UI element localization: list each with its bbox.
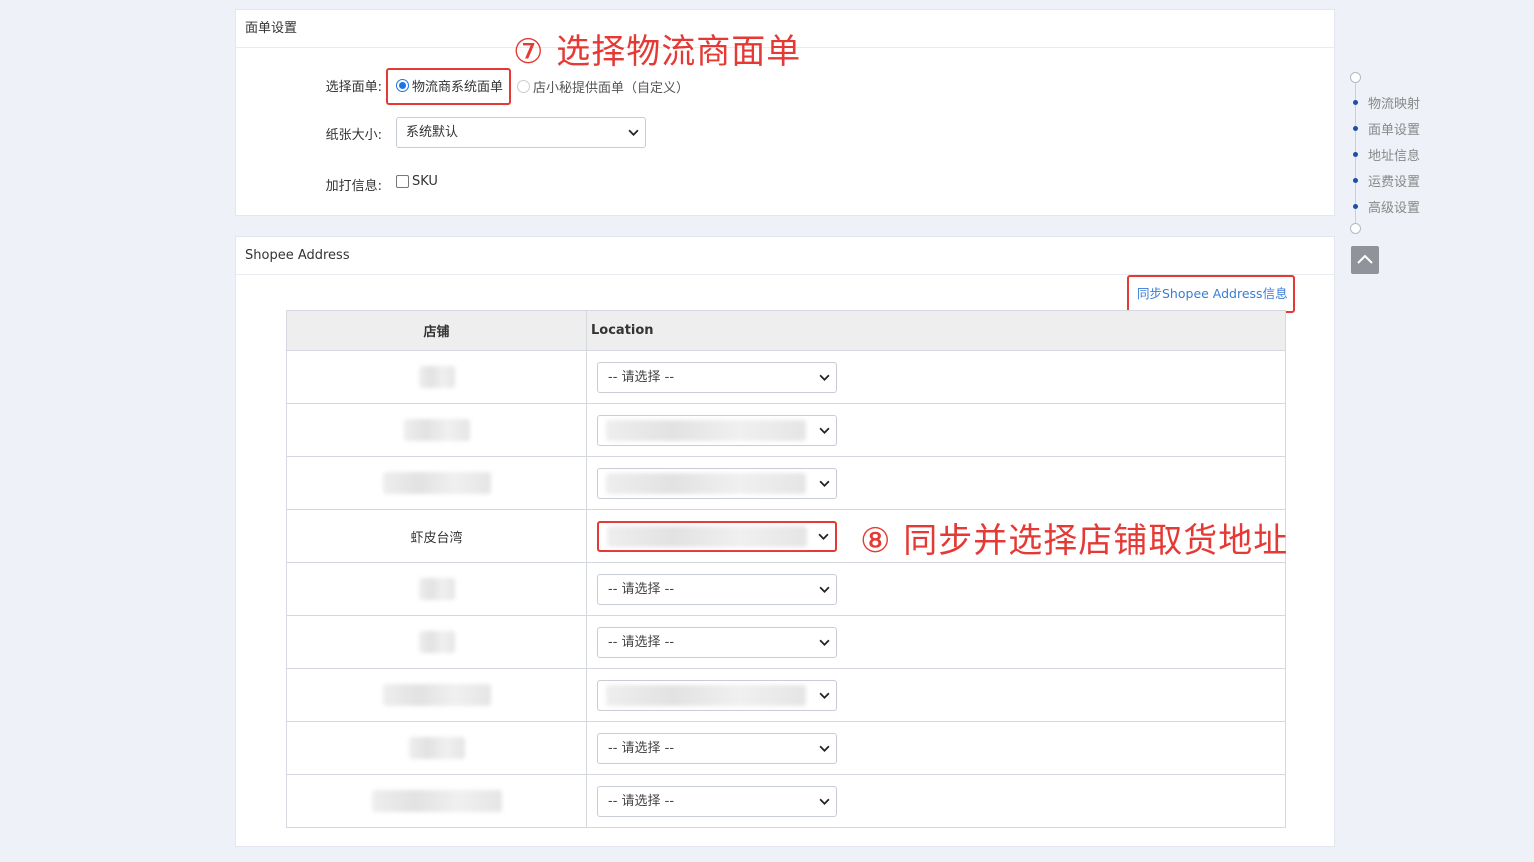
radio-carrier-label[interactable] <box>396 79 409 92</box>
location-select[interactable] <box>597 680 837 711</box>
shop-cell <box>286 615 587 669</box>
nav-item-address-info[interactable]: 地址信息 <box>1349 145 1420 164</box>
nav-item-advanced-settings[interactable]: 高级设置 <box>1349 197 1420 216</box>
nav-item-label-settings[interactable]: 面单设置 <box>1349 119 1420 138</box>
blurred-location <box>606 473 806 494</box>
shop-cell <box>286 562 587 616</box>
nav-item-label: 地址信息 <box>1368 149 1421 164</box>
sync-shopee-address-link[interactable]: 同步Shopee Address信息 <box>1127 275 1295 313</box>
label-type-radio-group: 物流商系统面单 店小秘提供面单（自定义） <box>386 68 689 105</box>
table-row: -- 请选择 -- <box>286 350 1286 404</box>
sku-checkbox-option[interactable]: SKU <box>396 174 438 189</box>
section-nav: 物流映射 面单设置 地址信息 运费设置 高级设置 <box>1349 72 1469 242</box>
panel-title: Shopee Address <box>236 237 1334 275</box>
nav-item-label: 面单设置 <box>1368 123 1421 138</box>
chevron-down-icon <box>819 427 830 434</box>
blurred-shop-name <box>408 737 465 759</box>
nav-dot-icon <box>1353 178 1358 183</box>
blurred-shop-name <box>418 578 455 600</box>
blurred-shop-name <box>371 790 502 812</box>
location-select-value: -- 请选择 -- <box>608 794 675 809</box>
address-table: 店铺 Location -- 请选择 -- 虾皮台湾 -- 请选择 -- -- … <box>286 310 1286 828</box>
nav-dot-icon <box>1353 126 1358 131</box>
blurred-location <box>606 420 806 441</box>
location-select[interactable]: -- 请选择 -- <box>597 574 837 605</box>
radio-carrier-label-highlight[interactable]: 物流商系统面单 <box>386 68 512 105</box>
chevron-down-icon <box>819 745 830 752</box>
blurred-shop-name <box>382 472 491 494</box>
nav-item-label: 物流映射 <box>1368 97 1421 112</box>
radio-custom-label[interactable] <box>517 80 531 93</box>
shop-cell <box>286 721 587 775</box>
table-row: -- 请选择 -- <box>286 721 1286 775</box>
location-select-value: -- 请选择 -- <box>608 635 675 650</box>
paper-size-value: 系统默认 <box>406 125 459 140</box>
chevron-down-icon <box>819 586 830 593</box>
table-row <box>286 668 1286 722</box>
nav-dot-icon <box>1353 204 1358 209</box>
nav-item-label: 运费设置 <box>1368 175 1421 190</box>
table-row <box>286 403 1286 457</box>
chevron-up-icon <box>1357 254 1373 264</box>
location-select-value: -- 请选择 -- <box>608 741 675 756</box>
shop-cell <box>286 403 587 457</box>
shop-cell <box>286 668 587 722</box>
radio-custom-label-option[interactable]: 店小秘提供面单（自定义） <box>517 77 689 96</box>
select-label-label: 选择面单: <box>325 80 382 95</box>
chevron-down-icon <box>819 374 830 381</box>
shop-cell: 虾皮台湾 <box>286 509 587 563</box>
chevron-down-icon <box>819 480 830 487</box>
blurred-shop-name <box>403 419 470 441</box>
back-to-top-button[interactable] <box>1351 246 1379 274</box>
chevron-down-icon <box>818 533 829 540</box>
paper-size-select[interactable]: 系统默认 <box>396 117 646 148</box>
nav-dot-icon <box>1353 100 1358 105</box>
location-select-highlighted[interactable] <box>597 521 837 552</box>
nav-end-circle-icon <box>1350 223 1361 234</box>
nav-dot-icon <box>1353 152 1358 157</box>
extra-info-label: 加打信息: <box>325 179 382 194</box>
radio-custom-label-text: 店小秘提供面单（自定义） <box>533 81 690 96</box>
sku-checkbox-label: SKU <box>412 174 438 189</box>
location-select-value: -- 请选择 -- <box>608 370 675 385</box>
blurred-location <box>607 526 807 547</box>
location-select[interactable]: -- 请选择 -- <box>597 733 837 764</box>
location-select[interactable]: -- 请选择 -- <box>597 627 837 658</box>
nav-item-shipping-settings[interactable]: 运费设置 <box>1349 171 1420 190</box>
chevron-down-icon <box>819 692 830 699</box>
annotation-step-7: ⑦ 选择物流商面单 <box>513 32 802 72</box>
chevron-down-icon <box>819 798 830 805</box>
blurred-shop-name <box>418 366 455 388</box>
table-row: -- 请选择 -- <box>286 615 1286 669</box>
table-row <box>286 456 1286 510</box>
shop-cell <box>286 774 587 828</box>
location-select[interactable]: -- 请选择 -- <box>597 362 837 393</box>
table-row: -- 请选择 -- <box>286 562 1286 616</box>
shop-cell <box>286 350 587 404</box>
nav-start-circle-icon <box>1350 72 1361 83</box>
chevron-down-icon <box>819 639 830 646</box>
column-header-location: Location <box>586 310 1286 351</box>
sku-checkbox[interactable] <box>396 175 409 188</box>
annotation-step-8: ⑧ 同步并选择店铺取货地址 <box>860 521 1289 561</box>
location-select[interactable]: -- 请选择 -- <box>597 786 837 817</box>
chevron-down-icon <box>628 129 639 136</box>
blurred-shop-name <box>418 631 455 653</box>
location-select[interactable] <box>597 468 837 499</box>
shop-cell <box>286 456 587 510</box>
column-header-shop: 店铺 <box>286 310 587 351</box>
table-row: -- 请选择 -- <box>286 774 1286 828</box>
radio-carrier-label-text: 物流商系统面单 <box>412 80 504 95</box>
location-select-value: -- 请选择 -- <box>608 582 675 597</box>
paper-size-label: 纸张大小: <box>325 128 382 143</box>
blurred-shop-name <box>382 684 491 706</box>
nav-item-label: 高级设置 <box>1368 201 1421 216</box>
nav-item-logistics-mapping[interactable]: 物流映射 <box>1349 93 1420 112</box>
location-select[interactable] <box>597 415 837 446</box>
blurred-location <box>606 685 806 706</box>
